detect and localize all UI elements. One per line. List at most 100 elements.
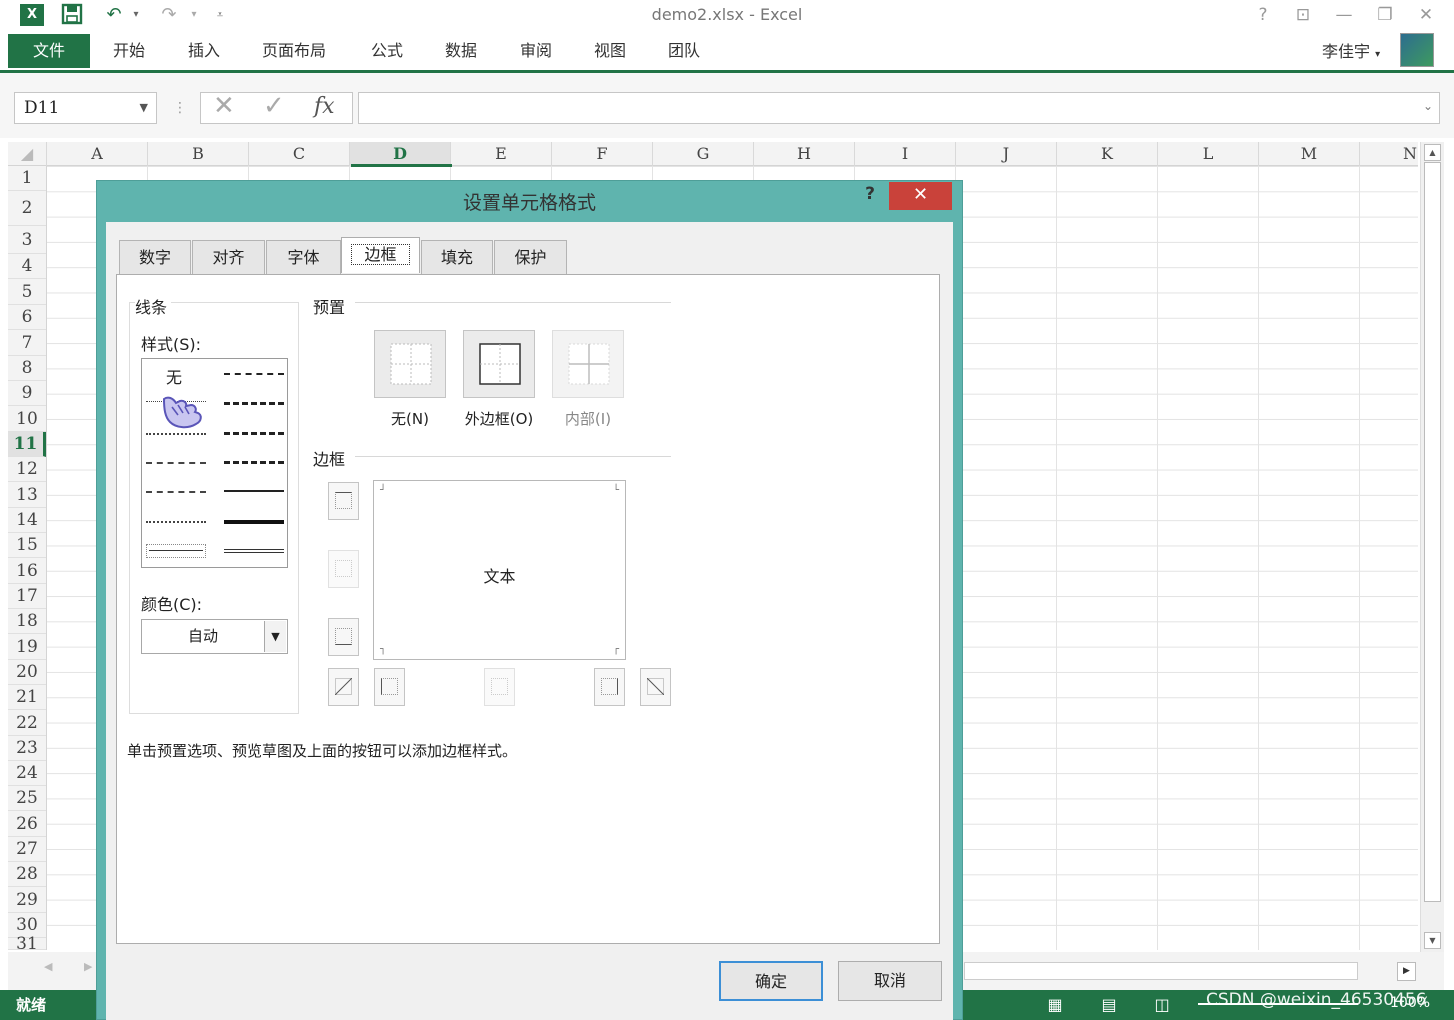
scroll-up-icon[interactable]: ▲ — [1424, 144, 1441, 161]
line-style-dash-dot[interactable] — [146, 462, 206, 464]
restore-icon[interactable]: ❐ — [1372, 4, 1398, 26]
column-header[interactable]: M — [1259, 142, 1360, 166]
row-header[interactable]: 2 — [8, 191, 46, 226]
cancel-button[interactable]: 取消 — [838, 961, 942, 1001]
tab-font[interactable]: 字体 — [266, 240, 341, 274]
formula-input[interactable]: ⌄ — [358, 92, 1440, 124]
vertical-scroll-thumb[interactable] — [1424, 162, 1441, 902]
row-header[interactable]: 20 — [8, 660, 46, 685]
column-header[interactable]: L — [1158, 142, 1259, 166]
sheet-next-icon[interactable]: ▶ — [84, 960, 92, 973]
normal-view-icon[interactable]: ▦ — [1043, 995, 1067, 1015]
cancel-entry-icon[interactable]: ✕ — [213, 91, 235, 121]
ribbon-display-icon[interactable]: ⊡ — [1290, 4, 1316, 26]
user-name[interactable]: 李佳宇 ▾ — [1322, 38, 1380, 62]
line-style-thick[interactable] — [224, 520, 284, 524]
row-header[interactable]: 17 — [8, 584, 46, 609]
row-header[interactable]: 24 — [8, 761, 46, 786]
color-select[interactable]: 自动 ▼ — [141, 619, 288, 654]
column-header[interactable]: F — [552, 142, 653, 166]
line-style-medium-dashed[interactable] — [224, 461, 284, 464]
row-header[interactable]: 28 — [8, 862, 46, 887]
confirm-entry-icon[interactable]: ✓ — [263, 91, 285, 121]
border-inside-horizontal-button[interactable] — [328, 550, 359, 588]
tab-formulas[interactable]: 公式 — [371, 38, 403, 64]
row-header[interactable]: 13 — [8, 482, 46, 508]
column-header[interactable]: C — [249, 142, 350, 166]
border-diagonal-down-button[interactable] — [640, 668, 671, 706]
close-window-icon[interactable]: ✕ — [1413, 4, 1439, 26]
row-header[interactable]: 1 — [8, 166, 46, 191]
scroll-down-icon[interactable]: ▼ — [1424, 932, 1441, 949]
row-header[interactable]: 10 — [8, 406, 46, 432]
column-header[interactable]: A — [47, 142, 148, 166]
row-header[interactable]: 29 — [8, 887, 46, 913]
help-icon[interactable]: ? — [1250, 4, 1276, 26]
row-header[interactable]: 8 — [8, 356, 46, 381]
row-header[interactable]: 31 — [8, 936, 46, 953]
page-layout-view-icon[interactable]: ▤ — [1097, 995, 1121, 1015]
expand-formula-icon[interactable]: ⌄ — [1423, 99, 1433, 113]
tab-page-layout[interactable]: 页面布局 — [262, 38, 326, 64]
dialog-close-button[interactable]: ✕ — [889, 182, 952, 210]
name-box[interactable]: D11 ▼ — [14, 92, 157, 124]
tab-view[interactable]: 视图 — [594, 38, 626, 64]
line-style-double[interactable] — [224, 549, 284, 553]
scroll-right-icon[interactable]: ▶ — [1397, 962, 1416, 981]
line-style-none[interactable]: 无 — [166, 364, 182, 388]
column-header[interactable]: K — [1057, 142, 1158, 166]
tab-review[interactable]: 审阅 — [520, 38, 552, 64]
row-header[interactable]: 22 — [8, 710, 46, 736]
horizontal-scroll-thumb[interactable] — [964, 962, 1358, 980]
minimize-icon[interactable]: — — [1331, 4, 1357, 26]
user-dropdown-icon[interactable]: ▾ — [1375, 49, 1380, 60]
border-diagonal-up-button[interactable] — [328, 668, 359, 706]
column-header[interactable]: H — [754, 142, 855, 166]
border-left-button[interactable] — [374, 668, 405, 706]
row-header[interactable]: 23 — [8, 736, 46, 761]
border-inside-vertical-button[interactable] — [484, 668, 515, 706]
tab-file[interactable]: 文件 — [8, 34, 90, 68]
preset-none-button[interactable] — [374, 330, 446, 398]
tab-number[interactable]: 数字 — [119, 240, 191, 274]
row-header[interactable]: 27 — [8, 837, 46, 862]
column-header[interactable]: G — [653, 142, 754, 166]
row-header[interactable]: 12 — [8, 457, 46, 482]
ok-button[interactable]: 确定 — [719, 961, 823, 1001]
vertical-scrollbar[interactable]: ▲ ▼ — [1420, 142, 1444, 952]
page-break-view-icon[interactable]: ◫ — [1150, 995, 1174, 1015]
chevron-down-icon[interactable]: ▼ — [264, 621, 286, 652]
row-header[interactable]: 14 — [8, 508, 46, 533]
column-header[interactable]: D — [350, 142, 451, 166]
line-style-dash-dot-dot[interactable] — [146, 491, 206, 493]
line-style-dense-dotted[interactable] — [146, 521, 206, 523]
tab-team[interactable]: 团队 — [668, 38, 700, 64]
row-header[interactable]: 4 — [8, 254, 46, 279]
row-header[interactable]: 9 — [8, 381, 46, 406]
line-style-slanted-dash-dot[interactable] — [224, 402, 284, 405]
tab-data[interactable]: 数据 — [445, 38, 477, 64]
tab-home[interactable]: 开始 — [113, 38, 145, 64]
tab-protection[interactable]: 保护 — [494, 240, 567, 274]
column-header[interactable]: I — [855, 142, 956, 166]
preset-outline-button[interactable] — [463, 330, 535, 398]
row-header[interactable]: 16 — [8, 558, 46, 584]
dialog-help-icon[interactable]: ? — [858, 184, 882, 208]
tab-insert[interactable]: 插入 — [188, 38, 220, 64]
line-style-medium[interactable] — [224, 490, 284, 492]
row-header[interactable]: 5 — [8, 279, 46, 305]
column-header[interactable]: E — [451, 142, 552, 166]
row-header[interactable]: 11 — [8, 432, 46, 457]
row-header[interactable]: 21 — [8, 685, 46, 710]
select-all-corner[interactable]: ◢ — [8, 142, 47, 166]
line-style-list[interactable]: 无 — [141, 358, 288, 568]
name-box-dropdown-icon[interactable]: ▼ — [140, 93, 148, 123]
line-style-medium-dash-dot-dot[interactable] — [224, 373, 284, 375]
row-header[interactable]: 26 — [8, 811, 46, 837]
tab-border[interactable]: 边框 — [341, 237, 420, 273]
insert-function-icon[interactable]: fx — [314, 94, 335, 119]
column-header[interactable]: J — [956, 142, 1057, 166]
row-header[interactable]: 7 — [8, 330, 46, 356]
border-bottom-button[interactable] — [328, 618, 359, 656]
tab-alignment[interactable]: 对齐 — [192, 240, 265, 274]
